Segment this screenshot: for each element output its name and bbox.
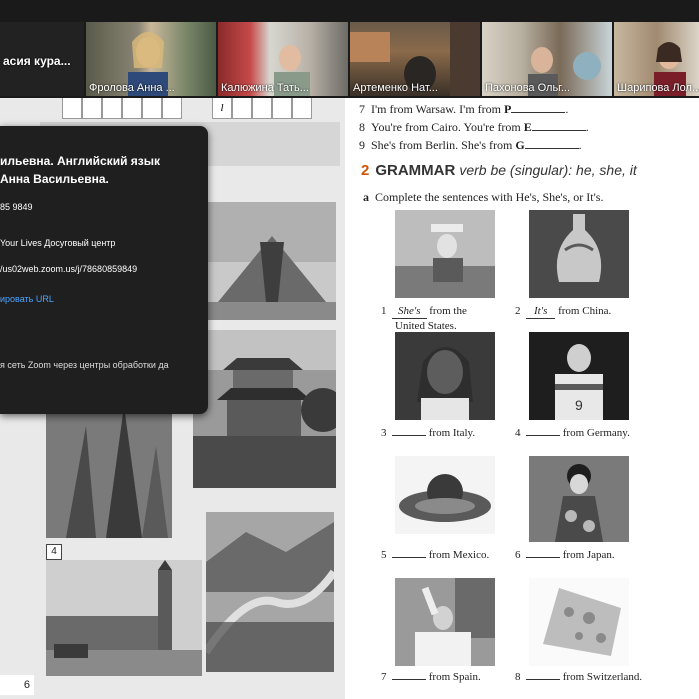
participant-name: Калюжина Тать... — [221, 82, 309, 94]
meeting-id: 85 9849 — [0, 202, 33, 212]
page-number: 6 — [0, 675, 34, 695]
meeting-title-line2: Анна Васильевна. — [0, 172, 109, 186]
caption-7: 7 from Spain. — [381, 671, 481, 683]
grammar-heading: 2 GRAMMAR verb be (singular): he, she, it — [361, 162, 637, 179]
participant-name: Пахонова Ольг... — [485, 82, 571, 94]
exercise-photo-3 — [395, 332, 495, 420]
participant-tile[interactable]: Калюжина Тать... — [218, 22, 348, 96]
exercise-line-9: 9 She's from Berlin. She's from G. — [359, 138, 582, 152]
photo-cathedral — [46, 406, 172, 538]
meeting-host: Your Lives Досуговый центр — [0, 238, 116, 248]
participant-name: Артеменко Нат... — [353, 82, 438, 94]
crossword-letter: l — [212, 98, 232, 119]
caption-8: 8 from Switzerland. — [515, 671, 643, 683]
exercise-photo-8 — [529, 578, 629, 666]
caption-2: 2 It's from China. — [515, 305, 612, 319]
exercise-photo-6 — [529, 456, 629, 542]
participant-name: Фролова Анна ... — [89, 82, 175, 94]
photo-great-wall — [206, 512, 334, 672]
copy-url-link[interactable]: ировать URL — [0, 294, 54, 304]
participant-tile[interactable]: Артеменко Нат... — [350, 22, 480, 96]
exercise-line-7: 7 I'm from Warsaw. I'm from P. — [359, 102, 569, 116]
exercise-photo-4: 9 — [529, 332, 629, 420]
photo-pagoda — [193, 330, 336, 488]
caption-4: 4 from Germany. — [515, 427, 630, 439]
photo-big-ben — [46, 560, 202, 676]
participant-tile[interactable]: Шарипова Лол... — [614, 22, 699, 96]
exercise-photo-1 — [395, 210, 495, 298]
caption-3: 3 from Italy. — [381, 427, 476, 439]
participant-tile[interactable]: Фролова Анна ... — [86, 22, 216, 96]
instruction: a Complete the sentences with He's, She'… — [363, 190, 604, 204]
svg-text:9: 9 — [575, 397, 583, 413]
meeting-title-line1: ильевна. Английский язык — [0, 154, 160, 168]
exercise-photo-5 — [395, 456, 495, 534]
photo-number: 4 — [46, 544, 62, 560]
participant-tile[interactable]: Пахонова Ольг... — [482, 22, 612, 96]
participant-name: Шарипова Лол... — [617, 82, 699, 94]
right-page: 7 I'm from Warsaw. I'm from P. 8 You're … — [345, 98, 699, 699]
meeting-url[interactable]: /us02web.zoom.us/j/78680859849 — [0, 264, 137, 274]
meeting-info-popup: ильевна. Английский язык Анна Васильевна… — [0, 126, 208, 414]
participant-name: асия кура... — [3, 54, 71, 68]
caption-5: 5 from Mexico. — [381, 549, 490, 561]
exercise-line-8: 8 You're from Cairo. You're from E. — [359, 120, 589, 134]
participant-tile[interactable]: асия кура... — [0, 22, 84, 96]
exercise-photo-7 — [395, 578, 495, 666]
caption-6: 6 from Japan. — [515, 549, 615, 561]
caption-1: 1 She's from the United States. — [381, 305, 467, 332]
photo-pyramid — [208, 202, 336, 320]
exercise-photo-2 — [529, 210, 629, 298]
crossword-grid: l — [62, 98, 312, 120]
encryption-note: я сеть Zoom через центры обработки да — [0, 360, 169, 370]
participant-strip: асия кура... Фролова Анна ... Калюжина Т… — [0, 0, 699, 98]
